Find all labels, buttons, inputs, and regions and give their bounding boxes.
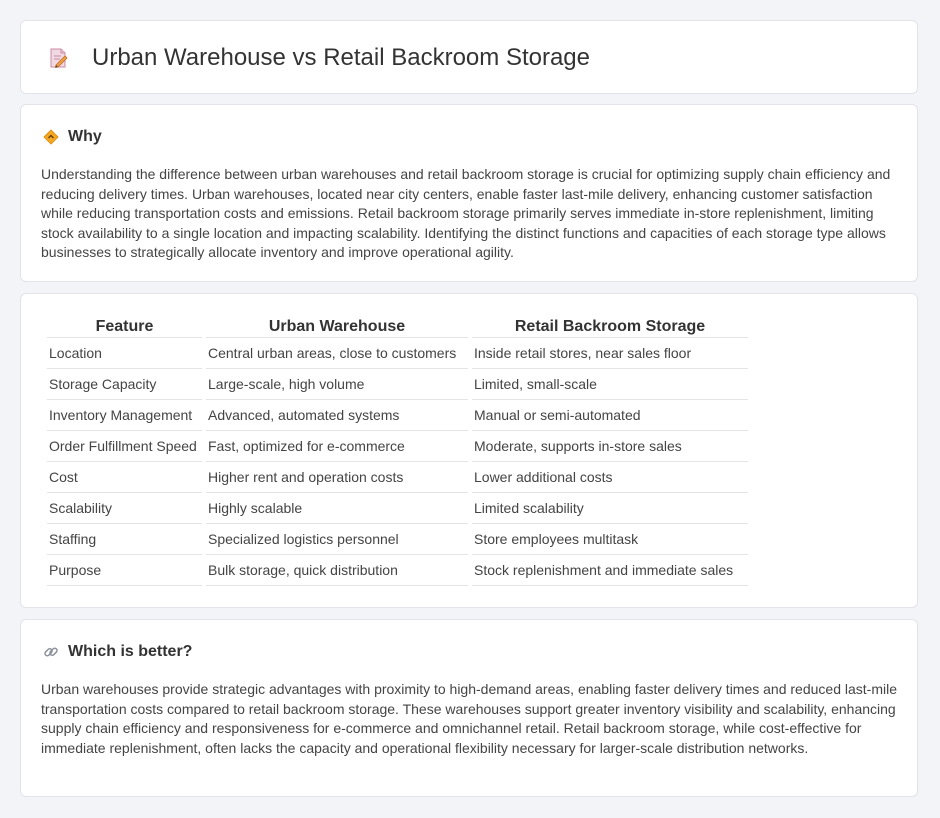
urban-warehouse-cell: Highly scalable (206, 493, 468, 524)
feature-cell: Inventory Management (47, 400, 202, 431)
column-header-feature: Feature (47, 316, 202, 338)
table-row: Purpose Bulk storage, quick distribution… (47, 555, 748, 586)
column-header-urban-warehouse: Urban Warehouse (206, 316, 468, 338)
table-row: Cost Higher rent and operation costs Low… (47, 462, 748, 493)
retail-backroom-cell: Stock replenishment and immediate sales (472, 555, 748, 586)
feature-cell: Scalability (47, 493, 202, 524)
feature-cell: Purpose (47, 555, 202, 586)
urban-warehouse-cell: Large-scale, high volume (206, 369, 468, 400)
retail-backroom-cell: Lower additional costs (472, 462, 748, 493)
urban-warehouse-cell: Central urban areas, close to customers (206, 338, 468, 369)
comparison-table: Feature Urban Warehouse Retail Backroom … (43, 316, 752, 586)
retail-backroom-cell: Store employees multitask (472, 524, 748, 555)
retail-backroom-cell: Limited scalability (472, 493, 748, 524)
table-row: Location Central urban areas, close to c… (47, 338, 748, 369)
which-is-better-heading: Which is better? (68, 643, 193, 660)
document-pencil-icon (47, 47, 69, 69)
diamond-arrow-icon (43, 129, 59, 145)
why-heading: Why (68, 128, 102, 145)
urban-warehouse-cell: Advanced, automated systems (206, 400, 468, 431)
feature-cell: Storage Capacity (47, 369, 202, 400)
urban-warehouse-cell: Specialized logistics personnel (206, 524, 468, 555)
feature-cell: Cost (47, 462, 202, 493)
feature-cell: Location (47, 338, 202, 369)
which-is-better-text: Urban warehouses provide strategic advan… (41, 681, 897, 756)
page-title: Urban Warehouse vs Retail Backroom Stora… (92, 44, 590, 71)
urban-warehouse-cell: Bulk storage, quick distribution (206, 555, 468, 586)
link-icon (43, 644, 59, 660)
urban-warehouse-cell: Fast, optimized for e-commerce (206, 431, 468, 462)
retail-backroom-cell: Inside retail stores, near sales floor (472, 338, 748, 369)
retail-backroom-cell: Limited, small-scale (472, 369, 748, 400)
which-is-better-section: Which is better? Urban warehouses provid… (20, 619, 918, 797)
table-header-row: Feature Urban Warehouse Retail Backroom … (47, 316, 748, 338)
retail-backroom-cell: Moderate, supports in-store sales (472, 431, 748, 462)
table-row: Inventory Management Advanced, automated… (47, 400, 748, 431)
urban-warehouse-cell: Higher rent and operation costs (206, 462, 468, 493)
table-row: Storage Capacity Large-scale, high volum… (47, 369, 748, 400)
title-card: Urban Warehouse vs Retail Backroom Stora… (20, 20, 918, 94)
why-text: Understanding the difference between urb… (41, 166, 891, 261)
why-section: Why Understanding the difference between… (20, 104, 918, 282)
feature-cell: Staffing (47, 524, 202, 555)
table-row: Staffing Specialized logistics personnel… (47, 524, 748, 555)
comparison-section: Feature Urban Warehouse Retail Backroom … (20, 293, 918, 608)
feature-cell: Order Fulfillment Speed (47, 431, 202, 462)
table-row: Order Fulfillment Speed Fast, optimized … (47, 431, 748, 462)
column-header-retail-backroom: Retail Backroom Storage (472, 316, 748, 338)
table-row: Scalability Highly scalable Limited scal… (47, 493, 748, 524)
retail-backroom-cell: Manual or semi-automated (472, 400, 748, 431)
